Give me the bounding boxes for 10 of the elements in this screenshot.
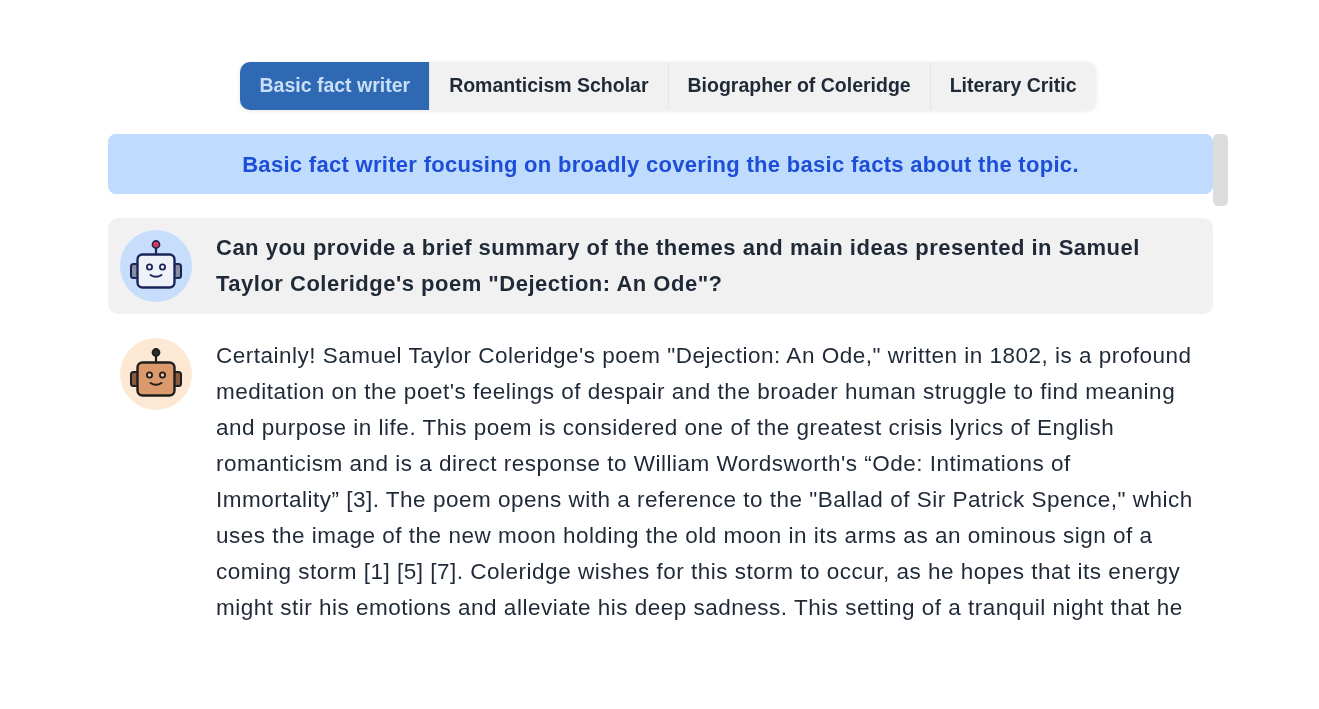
persona-description: Basic fact writer focusing on broadly covering the basic facts about the topic.: [108, 134, 1213, 194]
persona-tab[interactable]: Biographer of Coleridge: [667, 62, 930, 110]
question-text: Can you provide a brief summary of the themes and main ideas presented in Samuel Taylor Coleridge's poem "Dejection: An Ode"?: [216, 234, 1141, 298]
robot-icon: [120, 230, 192, 302]
answer-text: Certainly! Samuel Taylor Coleridge's poem "Dejection: An Ode," written in 1802, is a profound meditation on the poet's feelings of despair and the broader human struggle to find meaning and purpose in life. This poem is considered one of the greatest crisis lyrics of English romanticism and is a direct response to William Wordsworth's “Ode: Intimations of Immortality” [3]. The poem opens with a reference to the "Ballad of Sir Patrick Spence," which uses the image of the new moon holding the old moon in its arms as an ominous sign of a coming storm [1] [5] [7]. Coleridge wishes for this storm to occur, as he hopes that its energy might stir his emotions and alleviate his deep sadness. This setting of a tranquil night that he: [216, 342, 1194, 622]
persona-tab[interactable]: Basic fact writer: [240, 62, 430, 110]
robot-icon: [120, 338, 192, 410]
scrollbar-thumb[interactable]: [1213, 134, 1228, 206]
persona-tab[interactable]: Romanticism Scholar: [429, 62, 668, 110]
persona-tab[interactable]: Literary Critic: [929, 62, 1096, 110]
